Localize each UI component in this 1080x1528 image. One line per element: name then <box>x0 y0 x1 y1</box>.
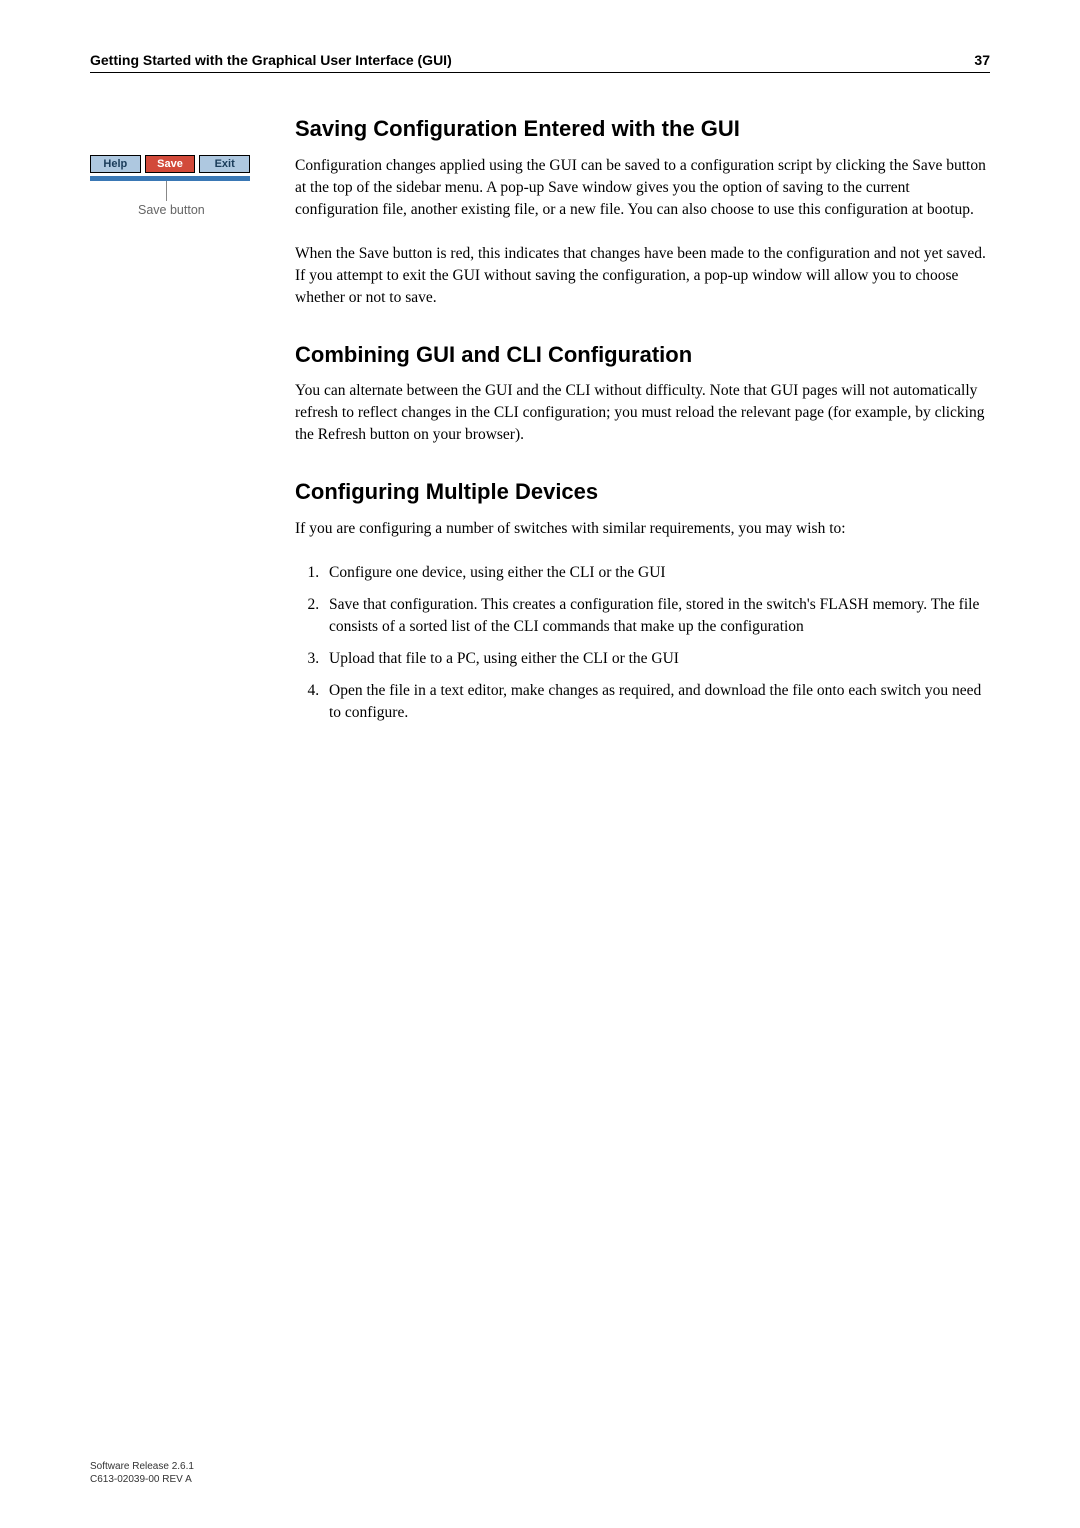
figure-sidebar: Help Save Exit Save button <box>90 115 295 225</box>
list-item: Upload that file to a PC, using either t… <box>323 648 990 670</box>
section-saving-config: Saving Configuration Entered with the GU… <box>295 115 990 309</box>
diagram-exit-button: Exit <box>199 155 250 173</box>
diagram-help-button: Help <box>90 155 141 173</box>
page-header: Getting Started with the Graphical User … <box>90 52 990 73</box>
heading-saving-config: Saving Configuration Entered with the GU… <box>295 115 990 143</box>
steps-list: Configure one device, using either the C… <box>295 562 990 724</box>
diagram-save-button: Save <box>145 155 196 173</box>
main-content: Saving Configuration Entered with the GU… <box>295 115 990 756</box>
para: You can alternate between the GUI and th… <box>295 380 990 446</box>
callout-line <box>166 181 167 201</box>
section-multiple-devices: Configuring Multiple Devices If you are … <box>295 478 990 724</box>
para: When the Save button is red, this indica… <box>295 243 990 309</box>
para-intro: If you are configuring a number of switc… <box>295 518 990 540</box>
list-item: Open the file in a text editor, make cha… <box>323 680 990 724</box>
callout-label: Save button <box>138 203 205 217</box>
header-title: Getting Started with the Graphical User … <box>90 52 452 68</box>
list-item: Save that configuration. This creates a … <box>323 594 990 638</box>
heading-multiple-devices: Configuring Multiple Devices <box>295 478 990 506</box>
page-footer: Software Release 2.6.1 C613-02039-00 REV… <box>90 1460 194 1486</box>
para: Configuration changes applied using the … <box>295 155 990 221</box>
footer-docid: C613-02039-00 REV A <box>90 1473 194 1486</box>
heading-combining: Combining GUI and CLI Configuration <box>295 341 990 369</box>
toolbar-diagram: Help Save Exit Save button <box>90 155 285 225</box>
section-combining: Combining GUI and CLI Configuration You … <box>295 341 990 447</box>
list-item: Configure one device, using either the C… <box>323 562 990 584</box>
footer-release: Software Release 2.6.1 <box>90 1460 194 1473</box>
page-number: 37 <box>974 52 990 68</box>
diagram-underbar <box>90 176 250 181</box>
